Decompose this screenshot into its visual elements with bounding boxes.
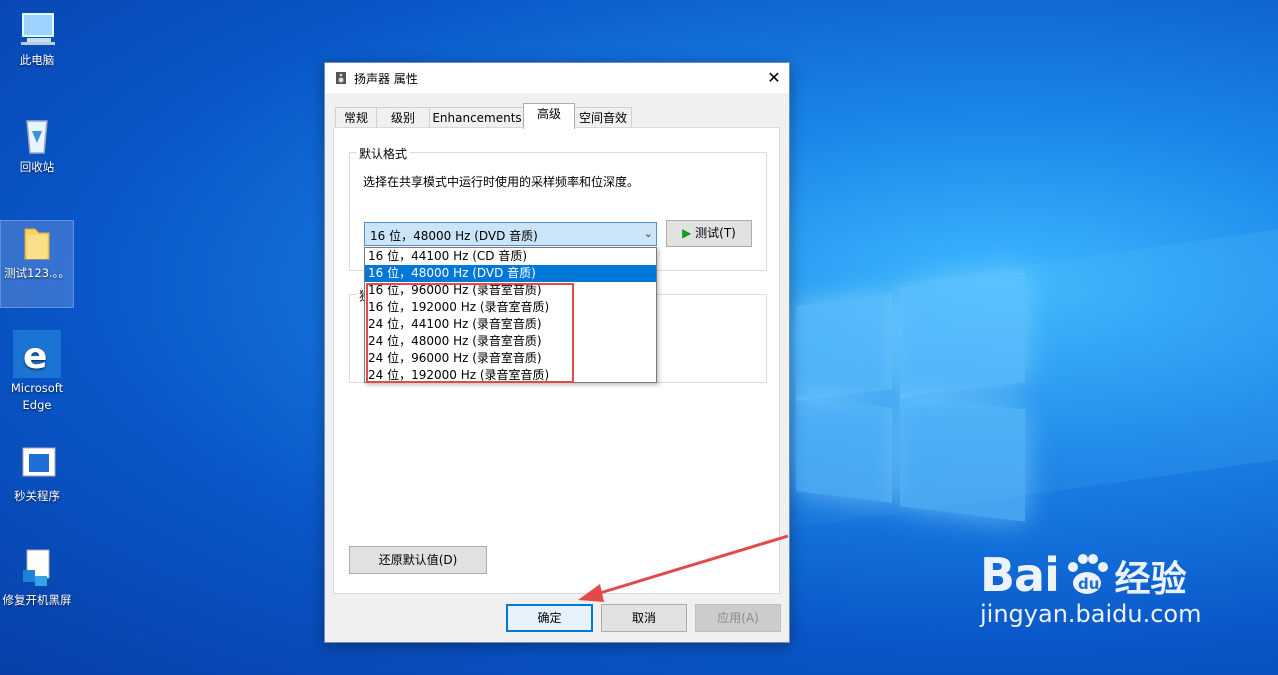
desktop-icon-repair[interactable]: 修复开机黑屏 xyxy=(1,548,73,609)
tab-general[interactable]: 常规 xyxy=(335,107,377,128)
sample-rate-select[interactable]: 16 位，48000 Hz (DVD 音质) ⌄ xyxy=(364,222,657,246)
desktop-icon-program[interactable]: 秒关程序 xyxy=(1,444,73,505)
default-format-label: 默认格式 xyxy=(356,145,411,162)
desktop-icon-folder[interactable]: 测试123.。。 xyxy=(0,220,74,308)
computer-icon xyxy=(17,8,57,50)
annotation-arrow xyxy=(578,534,789,602)
edge-icon: e xyxy=(13,330,61,378)
desktop-icon-recycle-bin[interactable]: 回收站 xyxy=(1,115,73,176)
tab-spatial-sound[interactable]: 空间音效 xyxy=(574,107,632,128)
speaker-icon xyxy=(335,71,347,85)
svg-text:du: du xyxy=(1078,575,1099,593)
folder-icon xyxy=(17,221,57,263)
play-icon: ▶ xyxy=(682,226,692,240)
desktop-icon-edge[interactable]: e Microsoft Edge xyxy=(1,330,73,414)
chevron-down-icon: ⌄ xyxy=(643,227,653,240)
list-item[interactable]: 16 位，44100 Hz (CD 音质) xyxy=(365,248,656,265)
format-description: 选择在共享模式中运行时使用的采样频率和位深度。 xyxy=(363,175,640,189)
watermark-brand-suffix: 经验 xyxy=(1114,559,1187,600)
repair-icon xyxy=(17,548,57,590)
tab-enhancements[interactable]: Enhancements xyxy=(429,107,525,128)
program-icon xyxy=(17,444,57,486)
selected-format-value: 16 位，48000 Hz (DVD 音质) xyxy=(370,229,538,243)
watermark-brand: Bai xyxy=(980,548,1060,602)
watermark-url: jingyan.baidu.com xyxy=(980,600,1202,628)
annotation-highlight-box xyxy=(366,283,574,383)
tab-advanced[interactable]: 高级 xyxy=(523,103,575,129)
restore-defaults-button[interactable]: 还原默认值(D) xyxy=(349,546,487,574)
tab-levels[interactable]: 级别 xyxy=(376,107,430,128)
baidu-watermark: Bai du 经验 jingyan.baidu.com xyxy=(980,548,1201,628)
paw-icon: du xyxy=(1063,551,1111,597)
svg-text:e: e xyxy=(23,336,47,377)
dialog-title: 扬声器 属性 xyxy=(354,72,418,86)
desktop-icon-this-pc[interactable]: 此电脑 xyxy=(1,8,73,69)
test-button[interactable]: ▶ 测试(T) xyxy=(666,220,752,247)
title-bar[interactable]: 扬声器 属性 ✕ xyxy=(325,63,789,93)
list-item-selected[interactable]: 16 位，48000 Hz (DVD 音质) xyxy=(365,265,656,282)
recycle-bin-icon xyxy=(17,115,57,157)
close-button[interactable]: ✕ xyxy=(759,63,789,93)
